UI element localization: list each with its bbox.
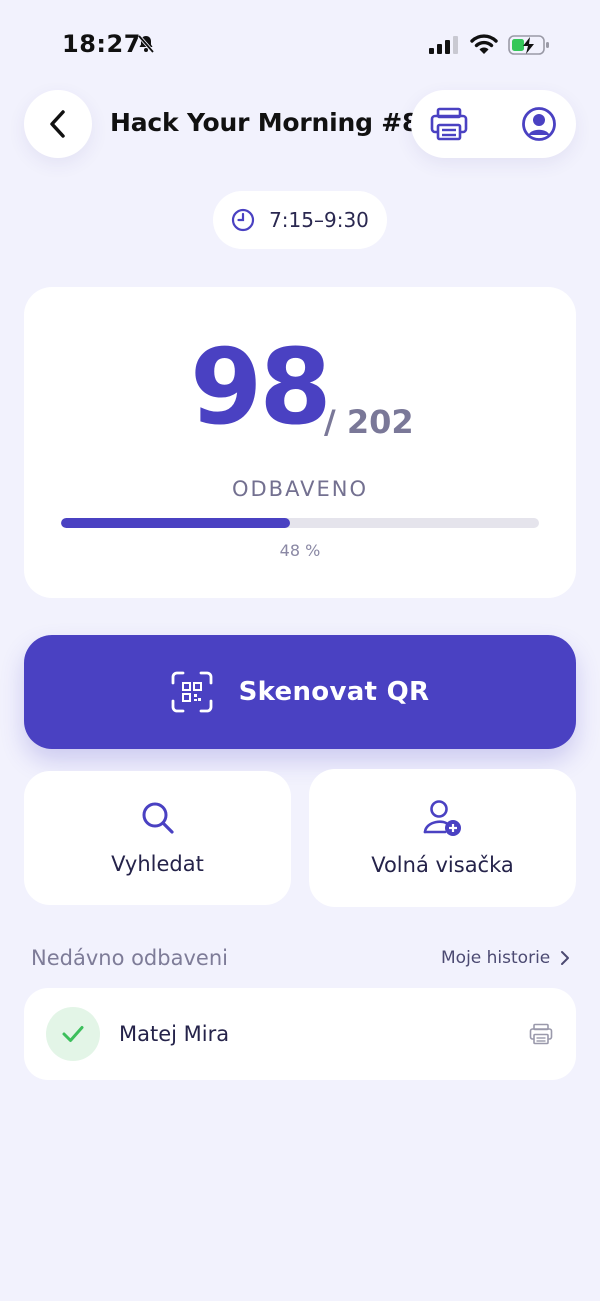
progress-bar	[61, 518, 539, 528]
recent-section-title: Nedávno odbaveni	[31, 946, 228, 970]
my-history-label: Moje historie	[441, 948, 551, 968]
printer-icon[interactable]	[529, 1023, 553, 1045]
wifi-icon	[470, 34, 498, 54]
progress-percent: 48 %	[279, 541, 321, 560]
time-range-pill: 7:15–9:30	[213, 191, 387, 249]
chevron-right-icon	[561, 951, 570, 965]
search-button[interactable]: Vyhledat	[24, 771, 291, 905]
user-plus-icon	[423, 800, 461, 836]
clock-icon	[231, 208, 255, 232]
scan-qr-button[interactable]: Skenovat QR	[24, 635, 576, 749]
free-badge-label: Volná visačka	[371, 853, 514, 877]
chevron-left-icon	[50, 110, 65, 138]
progress-fill	[61, 518, 291, 528]
search-label: Vyhledat	[111, 852, 204, 876]
status-time: 18:27	[62, 30, 141, 58]
bell-slash-icon	[137, 34, 155, 54]
page-title: Hack Your Morning #8	[110, 108, 420, 137]
check-icon	[62, 1026, 84, 1042]
battery-charging-icon	[508, 35, 549, 55]
back-button[interactable]	[24, 90, 92, 158]
checked-in-label: ODBAVENO	[231, 477, 368, 501]
scan-qr-label: Skenovat QR	[238, 677, 430, 707]
search-icon	[142, 802, 174, 834]
checked-in-count: 98	[190, 326, 332, 448]
print-button[interactable]	[427, 104, 471, 144]
checked-status-badge	[46, 1007, 100, 1061]
printer-icon	[430, 107, 468, 141]
header-actions	[411, 90, 576, 158]
time-range-text: 7:15–9:30	[269, 208, 369, 232]
profile-button[interactable]	[517, 104, 561, 144]
user-circle-icon	[522, 107, 556, 141]
signal-icon	[429, 36, 458, 54]
attendee-name: Matej Mira	[119, 1022, 230, 1046]
free-badge-button[interactable]: Volná visačka	[309, 769, 576, 907]
list-item[interactable]: Matej Mira	[24, 988, 576, 1080]
checkin-stats-card: 98 / 202 ODBAVENO 48 %	[24, 287, 576, 598]
total-count: / 202	[324, 403, 414, 441]
qr-scan-icon	[171, 671, 213, 713]
my-history-link[interactable]: Moje historie	[441, 948, 570, 968]
